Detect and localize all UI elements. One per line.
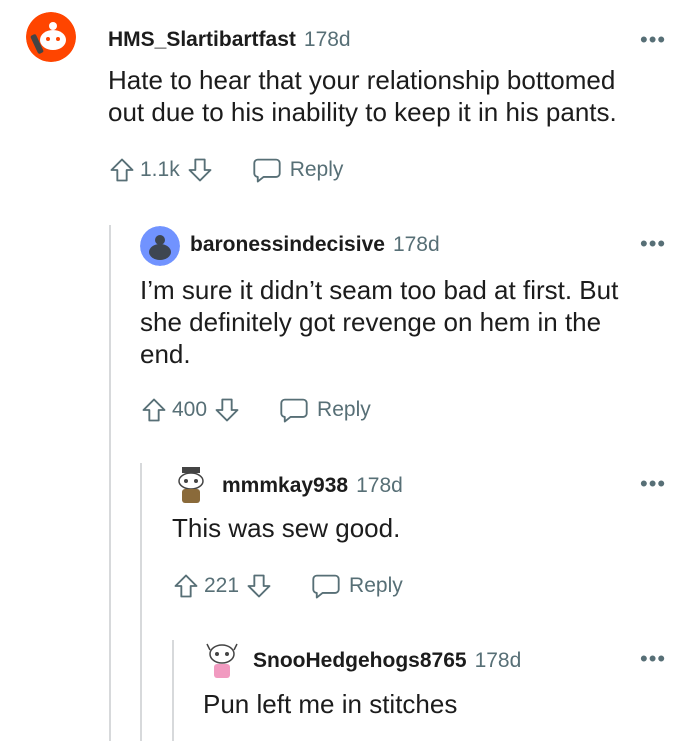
comment-author[interactable]: mmmkay938 178d [222, 474, 403, 498]
comment-body: Hate to hear that your relationship bott… [108, 65, 617, 127]
comment-author[interactable]: baronessindecisive 178d [190, 233, 440, 257]
thread-line [109, 225, 111, 741]
avatar[interactable] [203, 640, 241, 680]
comment-age: 178d [392, 233, 440, 256]
comment-actions: 1.1k Reply [108, 156, 343, 184]
comment-age: 178d [303, 28, 351, 51]
upvote-arrow-icon [174, 574, 198, 598]
vote-count: 400 [172, 398, 208, 421]
avatar[interactable] [26, 12, 76, 62]
comment-actions: 221 Reply [172, 572, 403, 600]
downvote-arrow-icon [247, 574, 271, 598]
downvote-arrow-icon [188, 158, 212, 182]
comment-author[interactable]: SnooHedgehogs8765 178d [253, 649, 521, 673]
comment-body: This was sew good. [172, 513, 401, 543]
more-options-button[interactable]: ••• [640, 646, 666, 672]
comment-bubble-icon [253, 158, 281, 183]
downvote-button[interactable] [213, 396, 241, 424]
snoo-avatar-icon [178, 467, 204, 503]
downvote-button[interactable] [245, 572, 273, 600]
comment-age: 178d [356, 474, 403, 497]
comment-age: 178d [474, 649, 522, 672]
comment-body: I’m sure it didn’t seam too bad at first… [140, 275, 619, 369]
comment-body: Pun left me in stitches [203, 689, 458, 719]
snoo-avatar-icon [206, 643, 238, 678]
avatar[interactable] [172, 465, 210, 505]
upvote-arrow-icon [110, 158, 134, 182]
reply-button[interactable]: Reply [252, 156, 344, 184]
comment-actions: 400 Reply [140, 396, 371, 424]
snoo-avatar-icon [26, 12, 76, 62]
reply-label: Reply [317, 398, 371, 421]
author-name[interactable]: baronessindecisive [190, 233, 385, 256]
comment-author[interactable]: HMS_Slartibartfast 178d [108, 28, 351, 52]
snoo-avatar-icon [140, 226, 180, 266]
comment-bubble-icon [280, 398, 308, 423]
thread-line [140, 463, 142, 741]
more-options-button[interactable]: ••• [640, 27, 666, 53]
comment-bubble-icon [312, 574, 340, 599]
vote-count: 1.1k [140, 158, 180, 181]
reply-label: Reply [349, 574, 403, 597]
reply-label: Reply [289, 158, 344, 181]
author-name[interactable]: mmmkay938 [222, 474, 348, 497]
avatar[interactable] [140, 226, 180, 266]
upvote-button[interactable] [108, 156, 136, 184]
thread-line [172, 640, 174, 741]
downvote-button[interactable] [186, 156, 214, 184]
downvote-arrow-icon [215, 398, 239, 422]
more-options-button[interactable]: ••• [640, 471, 666, 497]
vote-count: 221 [204, 574, 240, 597]
upvote-button[interactable] [172, 572, 200, 600]
more-options-button[interactable]: ••• [640, 231, 666, 257]
upvote-arrow-icon [142, 398, 166, 422]
upvote-button[interactable] [140, 396, 168, 424]
author-name[interactable]: HMS_Slartibartfast [108, 28, 296, 51]
reply-button[interactable]: Reply [279, 396, 371, 424]
author-name[interactable]: SnooHedgehogs8765 [253, 649, 467, 672]
reply-button[interactable]: Reply [311, 572, 403, 600]
